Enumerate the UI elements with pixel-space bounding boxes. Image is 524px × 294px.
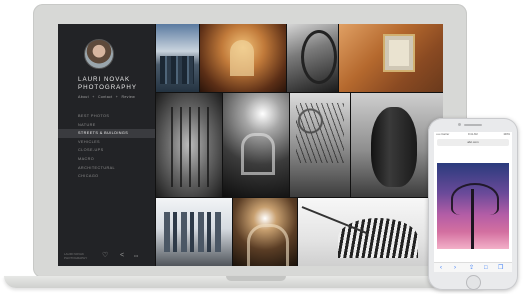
nav-item-architectural[interactable]: Architectural <box>58 164 155 173</box>
share-icon[interactable]: ⇪ <box>469 264 474 272</box>
camera-icon <box>458 123 461 126</box>
bookmarks-icon[interactable]: □ <box>484 264 488 272</box>
photo-tile-cathedral-interior[interactable] <box>156 93 222 197</box>
avatar[interactable] <box>84 39 114 69</box>
nav-item-close-ups[interactable]: Close-ups <box>58 146 155 155</box>
heart-icon[interactable]: ♡ <box>102 252 108 260</box>
nav-item-nature[interactable]: Nature <box>58 121 155 130</box>
browser-toolbar: ‹ › ⇪ □ ❐ <box>434 262 512 272</box>
url-bar[interactable]: abc.com <box>437 139 509 146</box>
nav-item-best-photos[interactable]: Best Photos <box>58 112 155 121</box>
nav-item-chicago[interactable]: Chicago <box>58 172 155 181</box>
phone-frame: ••••• Carrier 9:41 AM 100% abc.com ‹ › ⇪… <box>428 118 518 290</box>
photo-tile-modern-museum[interactable] <box>298 198 443 266</box>
home-button[interactable] <box>466 275 481 290</box>
subnav-review-link[interactable]: Review <box>121 95 135 99</box>
more-icon[interactable]: ••• <box>134 252 138 260</box>
photo-tile-arch-silhouette[interactable] <box>287 24 338 92</box>
photo-tile-tunnel-sunburst[interactable] <box>233 198 297 266</box>
laptop-notch <box>226 276 286 281</box>
speaker-grille <box>464 124 482 126</box>
share-icon[interactable]: < <box>120 252 124 260</box>
photo-tile-bridge-light[interactable] <box>223 93 289 197</box>
subnav-contact-link[interactable]: Contact <box>98 95 113 99</box>
subnav: About + Contact + Review <box>78 95 137 99</box>
laptop-screen: Lauri Novak Photography About + Contact … <box>58 24 443 266</box>
nav-item-macro[interactable]: Macro <box>58 155 155 164</box>
battery-label: 100% <box>503 133 510 136</box>
nav-item-vehicles[interactable]: Vehicles <box>58 138 155 147</box>
photo-tile-trees-arches[interactable] <box>290 93 350 197</box>
mobile-photo-tree-sunset[interactable] <box>437 163 509 249</box>
photo-tile-ornate-hall[interactable] <box>200 24 286 92</box>
clock-label: 9:41 AM <box>468 133 478 136</box>
photo-tile-city-skyline[interactable] <box>156 24 199 92</box>
subnav-about-link[interactable]: About <box>78 95 89 99</box>
status-bar: ••••• Carrier 9:41 AM 100% <box>434 132 512 138</box>
forward-icon[interactable]: › <box>454 264 456 272</box>
subnav-separator: + <box>92 95 95 99</box>
site-title[interactable]: Lauri Novak Photography <box>78 76 152 92</box>
photo-tile-skyscrapers[interactable] <box>156 198 232 266</box>
back-icon[interactable]: ‹ <box>440 264 442 272</box>
carrier-label: ••••• Carrier <box>436 133 450 136</box>
sidebar-footer: LAURI NOVAK PHOTOGRAPHY ♡ < ••• <box>58 251 155 263</box>
site-title-line1: Lauri Novak <box>78 76 131 83</box>
photo-tile-rustic-window[interactable] <box>339 24 443 92</box>
sidebar: Lauri Novak Photography About + Contact … <box>58 24 155 266</box>
nav-item-streets-buildings[interactable]: Streets & Buildings <box>58 129 155 138</box>
subnav-separator: + <box>115 95 119 99</box>
copyright-text: LAURI NOVAK PHOTOGRAPHY <box>64 252 88 260</box>
gallery-nav: Best Photos Nature Streets & Buildings V… <box>58 112 155 181</box>
tabs-icon[interactable]: ❐ <box>498 264 503 272</box>
site-title-line2: Photography <box>78 84 138 91</box>
phone-screen: ••••• Carrier 9:41 AM 100% abc.com ‹ › ⇪… <box>434 132 512 272</box>
